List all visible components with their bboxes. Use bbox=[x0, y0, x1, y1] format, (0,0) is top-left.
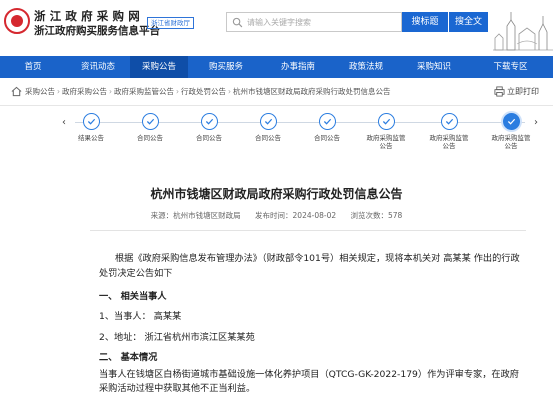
site-subtitle[interactable]: 浙江政府购买服务信息平台 bbox=[34, 23, 160, 38]
article-title: 杭州市钱塘区财政局政府采购行政处罚信息公告 bbox=[150, 187, 403, 201]
timeline-step[interactable]: 合同公告 bbox=[246, 113, 290, 142]
timeline-step-label: 合同公告 bbox=[314, 134, 340, 142]
nav-procurement-notices[interactable]: 采购公告 bbox=[130, 56, 188, 78]
nav-purchase-services[interactable]: 购买服务 bbox=[188, 56, 264, 78]
timeline-step[interactable]: 政府采购监管公告 bbox=[427, 113, 471, 150]
search-fulltext-button[interactable]: 搜全文 bbox=[448, 12, 488, 32]
breadcrumb-separator: › bbox=[109, 87, 112, 96]
breadcrumb-item[interactable]: 行政处罚公告 bbox=[181, 87, 226, 96]
check-circle-icon bbox=[377, 113, 395, 130]
check-circle-icon bbox=[200, 113, 218, 130]
timeline-step[interactable]: 合同公告 bbox=[305, 113, 349, 142]
notice-timeline: ‹ › 结果公告 合同公告 合同公告 合同公告 合同公告 政府采购监管公告 政府… bbox=[0, 106, 553, 158]
timeline-step-current[interactable]: 政府采购监管公告 bbox=[489, 113, 533, 150]
print-button[interactable]: 立即打印 bbox=[507, 86, 539, 97]
timeline-step-label: 结果公告 bbox=[78, 134, 104, 142]
section-heading-basic-info: 二、 基本情况 bbox=[99, 352, 158, 363]
check-circle-icon bbox=[440, 113, 458, 130]
nav-home[interactable]: 首页 bbox=[0, 56, 66, 78]
breadcrumb-item[interactable]: 采购公告 bbox=[25, 87, 55, 96]
region-tag[interactable]: 浙江省财政厅 bbox=[147, 17, 194, 29]
timeline-next-icon[interactable]: › bbox=[534, 117, 542, 128]
article-meta: 来源：杭州市钱塘区财政局 发布时间：2024-08-02 浏览次数：578 bbox=[0, 210, 553, 221]
nav-policies[interactable]: 政策法规 bbox=[332, 56, 400, 78]
timeline-step-label: 政府采购监管公告 bbox=[429, 134, 469, 150]
timeline-step-label: 合同公告 bbox=[137, 134, 163, 142]
search-placeholder: 请输入关键字搜索 bbox=[247, 18, 311, 27]
article-intro-paragraph: 根据《政府采购信息发布管理办法》（财政部令101号）相关规定，现将本机关对 高某… bbox=[99, 253, 520, 279]
nav-downloads[interactable]: 下载专区 bbox=[468, 56, 553, 78]
timeline-step-label: 合同公告 bbox=[196, 134, 222, 142]
breadcrumb-item[interactable]: 政府采购公告 bbox=[62, 87, 107, 96]
breadcrumb-bar: 采购公告 › 政府采购公告 › 政府采购监管公告 › 行政处罚公告 › 杭州市钱塘区财政局政府采… bbox=[0, 78, 553, 106]
check-circle-icon bbox=[259, 113, 277, 130]
breadcrumb-separator: › bbox=[176, 87, 179, 96]
timeline-step[interactable]: 合同公告 bbox=[187, 113, 231, 142]
nav-news[interactable]: 资讯动态 bbox=[66, 56, 130, 78]
breadcrumb-separator: › bbox=[228, 87, 231, 96]
party-name-line: 1、当事人： 高某某 bbox=[99, 311, 182, 322]
party-address-line: 2、地址： 浙江省杭州市滨江区某某苑 bbox=[99, 332, 255, 343]
breadcrumb-current: 杭州市钱塘区财政局政府采购行政处罚信息公告 bbox=[233, 87, 391, 96]
check-circle-icon bbox=[318, 113, 336, 130]
site-title[interactable]: 浙江政府采购网 bbox=[34, 8, 144, 24]
city-skyline-decoration-icon bbox=[493, 12, 553, 51]
nav-guide[interactable]: 办事指南 bbox=[264, 56, 332, 78]
timeline-step[interactable]: 合同公告 bbox=[128, 113, 172, 142]
article-views: 浏览次数：578 bbox=[350, 211, 403, 220]
breadcrumb-item[interactable]: 政府采购监管公告 bbox=[114, 87, 174, 96]
divider bbox=[90, 230, 526, 231]
basic-info-paragraph: 当事人在钱塘区白杨街道城市基础设施一体化养护项目（QTCG-GK-2022-17… bbox=[99, 369, 519, 394]
breadcrumb: 采购公告 › 政府采购公告 › 政府采购监管公告 › 行政处罚公告 › 杭州市钱塘区财政局政府采… bbox=[25, 86, 391, 97]
timeline-step-label: 政府采购监管公告 bbox=[491, 134, 531, 150]
site-header: 浙江政府采购网 浙江政府购买服务信息平台 浙江省财政厅 请输入关键字搜索 搜标题… bbox=[0, 0, 553, 54]
main-nav: 首页 资讯动态 采购公告 购买服务 办事指南 政策法规 采购知识 下载专区 bbox=[0, 56, 553, 78]
article-date: 发布时间：2024-08-02 bbox=[255, 211, 337, 220]
timeline-step-label: 合同公告 bbox=[255, 134, 281, 142]
article-source: 来源：杭州市钱塘区财政局 bbox=[150, 211, 241, 220]
nav-knowledge[interactable]: 采购知识 bbox=[400, 56, 468, 78]
breadcrumb-separator: › bbox=[57, 87, 60, 96]
print-icon[interactable] bbox=[494, 86, 505, 97]
check-circle-icon bbox=[502, 113, 520, 130]
check-circle-icon bbox=[82, 113, 100, 130]
home-icon[interactable] bbox=[11, 86, 22, 97]
search-icon bbox=[232, 17, 243, 28]
timeline-step[interactable]: 政府采购监管公告 bbox=[364, 113, 408, 150]
check-circle-icon bbox=[141, 113, 159, 130]
section-heading-parties: 一、 相关当事人 bbox=[99, 291, 167, 302]
site-logo-icon[interactable] bbox=[4, 8, 30, 34]
search-title-button[interactable]: 搜标题 bbox=[402, 12, 448, 32]
search-input[interactable]: 请输入关键字搜索 bbox=[226, 12, 402, 32]
timeline-step[interactable]: 结果公告 bbox=[69, 113, 113, 142]
timeline-step-label: 政府采购监管公告 bbox=[366, 134, 406, 150]
